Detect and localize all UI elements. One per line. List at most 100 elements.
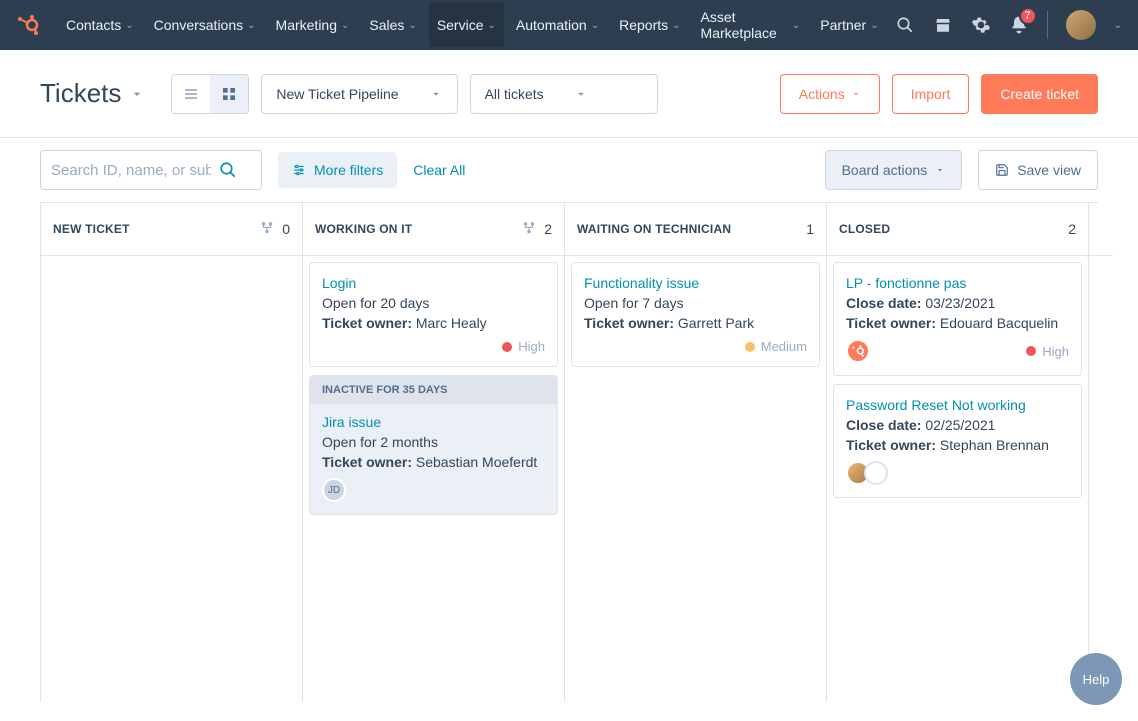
ticket-card[interactable]: LoginOpen for 20 daysTicket owner: Marc …: [309, 262, 558, 367]
nav-item-automation[interactable]: Automation⌄: [508, 3, 607, 47]
workflow-icon[interactable]: [260, 221, 274, 238]
board-actions-label: Board actions: [842, 162, 928, 178]
nav-item-label: Automation: [516, 17, 587, 33]
ticket-close-date: Close date: 03/23/2021: [846, 295, 1069, 311]
board-view-button[interactable]: [210, 75, 248, 113]
actions-label: Actions: [799, 86, 845, 102]
avatar: [864, 461, 888, 485]
chevron-down-icon: ⌄: [247, 20, 255, 31]
ticket-card[interactable]: Password Reset Not working Close date: 02…: [833, 384, 1082, 498]
create-label: Create ticket: [1000, 86, 1079, 102]
nav-item-partner[interactable]: Partner⌄: [812, 3, 886, 47]
card-footer: [846, 461, 1069, 485]
search-input[interactable]: [51, 162, 211, 179]
help-label: Help: [1083, 672, 1110, 687]
priority-dot-icon: [745, 342, 755, 352]
priority-label: Medium: [761, 339, 807, 354]
actions-button[interactable]: Actions: [780, 74, 880, 114]
ticket-card[interactable]: Functionality issueOpen for 7 daysTicket…: [571, 262, 820, 367]
nav-item-reports[interactable]: Reports ⌄: [611, 3, 688, 47]
ticket-owner: Ticket owner: Marc Healy: [322, 315, 545, 331]
hubspot-logo-icon[interactable]: [16, 13, 40, 37]
column-header: NEW TICKET 0: [41, 203, 302, 256]
avatar: JD: [322, 478, 346, 502]
ticket-card[interactable]: LP - fonctionne pas Close date: 03/23/202…: [833, 262, 1082, 376]
caret-down-icon: [935, 165, 945, 175]
main-nav: Contacts⌄Conversations⌄Marketing⌄Sales⌄S…: [58, 3, 887, 47]
ticket-title: Password Reset Not working: [846, 397, 1069, 413]
column-header: WAITING ON TECHNICIAN 1: [565, 203, 826, 256]
clear-all-link[interactable]: Clear All: [413, 162, 465, 178]
kanban-board: NEW TICKET 0 WORKING ON IT2LoginOpen for 2…: [0, 202, 1138, 702]
ticket-open-duration: Open for 20 days: [322, 295, 545, 311]
chevron-down-icon: ⌄: [672, 20, 680, 31]
page-toolbar: Tickets New Ticket Pipeline All tickets …: [0, 50, 1138, 138]
chevron-down-icon: ⌄: [792, 20, 800, 31]
nav-item-service[interactable]: Service⌄: [429, 3, 504, 47]
nav-item-label: Partner: [820, 17, 866, 33]
priority-indicator: High: [502, 339, 545, 354]
create-ticket-button[interactable]: Create ticket: [981, 74, 1098, 114]
column-count: 1: [806, 221, 814, 237]
card-footer: JD: [322, 478, 545, 502]
workflow-icon[interactable]: [522, 221, 536, 238]
board-column: WORKING ON IT2LoginOpen for 20 daysTicke…: [302, 202, 564, 702]
account-menu-chevron[interactable]: ⌄: [1114, 20, 1122, 31]
ticket-close-date: Close date: 02/25/2021: [846, 417, 1069, 433]
nav-item-label: Service: [437, 17, 484, 33]
save-view-button[interactable]: Save view: [978, 150, 1098, 190]
chevron-down-icon: ⌄: [125, 20, 133, 31]
priority-label: High: [518, 339, 545, 354]
nav-item-marketing[interactable]: Marketing⌄: [268, 3, 358, 47]
import-button[interactable]: Import: [892, 74, 970, 114]
associated-avatars: [846, 339, 864, 363]
column-count: 0: [282, 221, 290, 237]
view-selected-label: All tickets: [485, 86, 544, 102]
nav-item-label: Contacts: [66, 17, 121, 33]
column-body: LP - fonctionne pas Close date: 03/23/202…: [827, 256, 1088, 504]
column-name: WAITING ON TECHNICIAN: [577, 222, 731, 236]
settings-icon[interactable]: [971, 15, 991, 35]
ticket-owner: Ticket owner: Sebastian Moeferdt: [322, 454, 545, 470]
view-select[interactable]: All tickets: [470, 74, 658, 114]
notifications-icon[interactable]: 7: [1009, 15, 1029, 35]
priority-dot-icon: [1026, 346, 1036, 356]
search-icon[interactable]: [219, 161, 237, 179]
page-title: Tickets: [40, 78, 121, 109]
column-count: 2: [1068, 221, 1076, 237]
ticket-title: LP - fonctionne pas: [846, 275, 1069, 291]
import-label: Import: [911, 86, 951, 102]
nav-item-label: Reports: [619, 17, 668, 33]
nav-item-contacts[interactable]: Contacts ⌄: [58, 3, 142, 47]
top-navigation: Contacts⌄Conversations⌄Marketing⌄Sales⌄S…: [0, 0, 1138, 50]
nav-item-asset-marketplace[interactable]: Asset Marketplace ⌄: [693, 3, 809, 47]
ticket-owner: Ticket owner: Stephan Brennan: [846, 437, 1069, 453]
chevron-down-icon: ⌄: [408, 20, 416, 31]
marketplace-icon[interactable]: [933, 15, 953, 35]
chevron-down-icon: ⌄: [341, 20, 349, 31]
user-avatar[interactable]: [1066, 10, 1096, 40]
ticket-title: Jira issue: [322, 414, 545, 430]
column-name: NEW TICKET: [53, 222, 130, 236]
ticket-card[interactable]: INACTIVE FOR 35 DAYSJira issueOpen for 2…: [309, 375, 558, 515]
board-actions-button[interactable]: Board actions: [825, 150, 963, 190]
help-button[interactable]: Help: [1070, 653, 1122, 705]
nav-item-label: Asset Marketplace: [701, 9, 788, 41]
pipeline-select[interactable]: New Ticket Pipeline: [261, 74, 457, 114]
search-icon[interactable]: [895, 15, 915, 35]
pipeline-selected-label: New Ticket Pipeline: [276, 86, 398, 102]
inactive-banner: INACTIVE FOR 35 DAYS: [310, 376, 557, 404]
divider: [1047, 11, 1048, 39]
list-view-button[interactable]: [172, 75, 210, 113]
nav-item-conversations[interactable]: Conversations⌄: [146, 3, 264, 47]
nav-item-sales[interactable]: Sales ⌄: [361, 3, 424, 47]
nav-utilities: 7 ⌄: [895, 10, 1122, 40]
associated-avatars: [846, 461, 882, 485]
more-filters-label: More filters: [314, 162, 383, 178]
board-column-edge: [1088, 202, 1098, 702]
nav-item-label: Sales: [369, 17, 404, 33]
more-filters-button[interactable]: More filters: [278, 152, 397, 188]
nav-item-label: Conversations: [154, 17, 244, 33]
column-header: CLOSED2: [827, 203, 1088, 256]
page-title-dropdown[interactable]: Tickets: [40, 78, 145, 109]
